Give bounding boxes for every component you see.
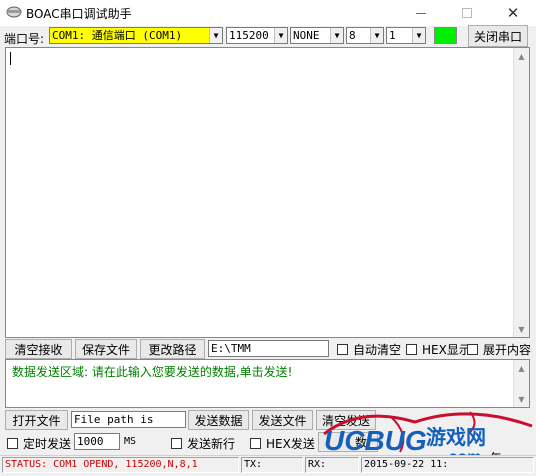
checkbox-box[interactable] bbox=[406, 344, 417, 355]
send-button-partial-label: 数 bbox=[354, 435, 367, 450]
status-text: STATUS: COM1 OPEND, 115200,N,8,1 bbox=[2, 457, 239, 473]
send-area-hint: 数据发送区域: 请在此输入您要发送的数据,单击发送! bbox=[12, 365, 293, 379]
parity-select[interactable]: NONE ▼ bbox=[290, 27, 344, 44]
open-file-button[interactable]: 打开文件 bbox=[5, 410, 68, 430]
hex-display-label: HEX显示 bbox=[422, 343, 471, 357]
scroll-down-icon[interactable]: ▼ bbox=[514, 391, 529, 407]
auto-clear-checkbox[interactable]: 自动清空 bbox=[337, 341, 401, 358]
databits-select[interactable]: 8 ▼ bbox=[346, 27, 384, 44]
hex-display-checkbox[interactable]: HEX显示 bbox=[406, 341, 471, 358]
dropdown-arrow-icon[interactable]: ▼ bbox=[330, 28, 343, 43]
change-path-button[interactable]: 更改路径 bbox=[140, 339, 205, 359]
dropdown-arrow-icon[interactable]: ▼ bbox=[412, 28, 425, 43]
timed-send-checkbox[interactable]: 定时发送 bbox=[7, 435, 71, 452]
title-bar: BOAC串口调试助手 ✕ bbox=[0, 0, 536, 26]
maximize-icon bbox=[462, 8, 472, 18]
dropdown-arrow-icon[interactable]: ▼ bbox=[370, 28, 383, 43]
send-newline-label: 发送新行 bbox=[187, 437, 236, 451]
stopbits-select-value: 1 bbox=[389, 29, 396, 42]
clear-send-button[interactable]: 清空发送 bbox=[316, 410, 376, 430]
close-port-button[interactable]: 关闭串口 bbox=[468, 25, 528, 47]
baud-select-value: 115200 bbox=[229, 29, 269, 42]
send-data-button[interactable]: 发送数据 bbox=[188, 410, 249, 430]
window-title: BOAC串口调试助手 bbox=[26, 7, 132, 21]
scroll-up-icon[interactable]: ▲ bbox=[514, 48, 529, 64]
send-textarea[interactable]: 数据发送区域: 请在此输入您要发送的数据,单击发送! ▲ ▼ bbox=[5, 359, 530, 408]
port-label: 端口号: bbox=[4, 32, 45, 46]
port-select-value: COM1: 通信端口 (COM1) bbox=[52, 29, 183, 42]
close-button[interactable]: ✕ bbox=[490, 0, 536, 26]
app-icon bbox=[6, 6, 22, 18]
hex-send-checkbox[interactable]: HEX发送 bbox=[250, 435, 315, 452]
timed-send-label: 定时发送 bbox=[23, 437, 72, 451]
checkbox-box[interactable] bbox=[337, 344, 348, 355]
dropdown-arrow-icon[interactable]: ▼ bbox=[274, 28, 287, 43]
send-button-partial[interactable]: 数 bbox=[318, 432, 378, 452]
maximize-button[interactable] bbox=[444, 0, 490, 26]
tx-counter: TX: bbox=[241, 457, 303, 473]
expand-content-label: 展开内容 bbox=[483, 343, 532, 357]
checkbox-box[interactable] bbox=[171, 438, 182, 449]
send-scrollbar[interactable]: ▲ ▼ bbox=[513, 360, 529, 407]
scroll-down-icon[interactable]: ▼ bbox=[514, 321, 529, 337]
baud-select[interactable]: 115200 ▼ bbox=[226, 27, 288, 44]
send-file-button[interactable]: 发送文件 bbox=[252, 410, 313, 430]
send-interval-input[interactable]: 1000 bbox=[74, 433, 120, 450]
scroll-up-icon[interactable]: ▲ bbox=[514, 360, 529, 376]
checkbox-box[interactable] bbox=[467, 344, 478, 355]
rx-counter: RX: bbox=[305, 457, 359, 473]
close-icon: ✕ bbox=[506, 4, 520, 22]
receive-textarea[interactable]: ▲ ▼ bbox=[5, 47, 530, 338]
auto-clear-label: 自动清空 bbox=[353, 343, 402, 357]
minimize-icon bbox=[416, 12, 426, 14]
save-file-button[interactable]: 保存文件 bbox=[75, 339, 137, 359]
hex-send-label: HEX发送 bbox=[266, 437, 315, 451]
status-bar: STATUS: COM1 OPEND, 115200,N,8,1 TX: RX:… bbox=[0, 455, 536, 473]
checkbox-box[interactable] bbox=[250, 438, 261, 449]
file-path-input[interactable]: File path is bbox=[71, 411, 186, 428]
interval-unit-label: MS bbox=[124, 436, 137, 447]
receive-scrollbar[interactable]: ▲ ▼ bbox=[513, 48, 529, 337]
port-select[interactable]: COM1: 通信端口 (COM1) ▼ bbox=[49, 27, 223, 44]
parity-select-value: NONE bbox=[293, 29, 320, 42]
send-newline-checkbox[interactable]: 发送新行 bbox=[171, 435, 235, 452]
text-caret bbox=[10, 52, 11, 65]
save-path-input[interactable]: E:\TMM bbox=[208, 340, 329, 357]
minimize-button[interactable] bbox=[398, 0, 444, 26]
dropdown-arrow-icon[interactable]: ▼ bbox=[209, 28, 222, 43]
watermark-game-text: 游戏网 bbox=[426, 425, 486, 449]
stopbits-select[interactable]: 1 ▼ bbox=[386, 27, 426, 44]
clear-receive-button[interactable]: 清空接收 bbox=[5, 339, 72, 359]
datetime-display: 2015-09-22 11: bbox=[361, 457, 534, 473]
databits-select-value: 8 bbox=[349, 29, 356, 42]
expand-content-checkbox[interactable]: 展开内容 bbox=[467, 341, 531, 358]
checkbox-box[interactable] bbox=[7, 438, 18, 449]
port-status-indicator bbox=[434, 27, 457, 44]
